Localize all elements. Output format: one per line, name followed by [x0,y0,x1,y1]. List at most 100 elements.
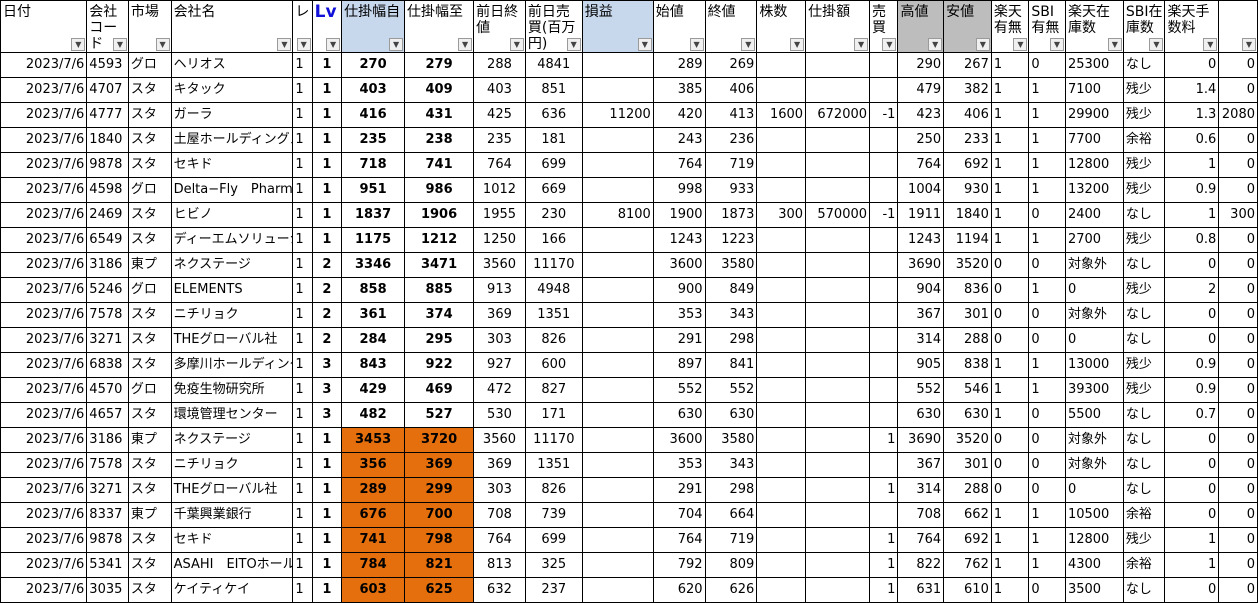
cell-profit[interactable] [581,502,654,528]
cell-sbi-avail[interactable]: 0 [1028,302,1066,328]
cell-shares[interactable] [756,252,807,278]
cell-shares[interactable] [756,302,807,328]
cell-name[interactable]: 土屋ホールディングス [170,127,294,153]
cell-rakuten-avail[interactable]: 0 [990,452,1030,478]
filter-dropdown-icon[interactable]: ▼ [689,38,704,51]
cell-profit[interactable] [581,377,654,403]
cell-sikake-to[interactable]: 1906 [404,202,475,228]
cell-profit[interactable] [581,302,654,328]
cell-low[interactable]: 692 [943,527,992,553]
cell-sell[interactable] [869,352,899,378]
cell-low[interactable]: 233 [943,127,992,153]
cell-date[interactable]: 2023/7/6 [0,227,88,253]
column-header-lv[interactable]: Lv ▼ [311,0,343,53]
cell-amount[interactable] [805,302,871,328]
cell-market[interactable]: スタ [127,552,172,578]
cell-amount[interactable] [805,552,871,578]
cell-profit[interactable] [581,452,654,478]
cell-high[interactable]: 904 [897,277,945,303]
cell-sikake-to[interactable]: 527 [404,402,475,428]
cell-name[interactable]: 多摩川ホールディングス [170,352,294,378]
cell-lv[interactable]: 2 [311,327,343,353]
cell-name[interactable]: THEグローバル社 [170,327,294,353]
cell-shares[interactable] [756,527,807,553]
cell-extra[interactable]: 0 [1218,402,1258,428]
cell-rakuten-avail[interactable]: 1 [990,177,1030,203]
cell-open[interactable]: 243 [652,127,706,153]
cell-date[interactable]: 2023/7/6 [0,202,88,228]
cell-name[interactable]: ケイティケイ [170,577,294,603]
cell-rakuten-stock[interactable]: 4300 [1064,552,1124,578]
cell-code[interactable]: 3271 [86,477,129,503]
cell-rakuten-avail[interactable]: 0 [990,277,1030,303]
cell-profit[interactable] [581,77,654,103]
cell-prev-sales[interactable]: 826 [524,477,583,503]
cell-rakuten-avail[interactable]: 1 [990,227,1030,253]
cell-close[interactable]: 719 [704,527,758,553]
cell-profit[interactable] [581,527,654,553]
cell-sikake-to[interactable]: 885 [404,277,475,303]
cell-sikake-to[interactable]: 3720 [404,427,475,453]
cell-sbi-avail[interactable]: 1 [1028,127,1066,153]
cell-sbi-stock[interactable]: なし [1122,327,1166,353]
cell-prev-close[interactable]: 708 [473,502,526,528]
column-header-code[interactable]: 会社コード ▼ [86,0,129,53]
cell-high[interactable]: 1243 [897,227,945,253]
cell-prev-sales[interactable]: 739 [524,502,583,528]
cell-high[interactable]: 905 [897,352,945,378]
cell-lv[interactable]: 1 [311,152,343,178]
cell-amount[interactable] [805,327,871,353]
cell-sikake-to[interactable]: 295 [404,327,475,353]
cell-rei[interactable]: 1 [292,527,313,553]
cell-rei[interactable]: 1 [292,427,313,453]
cell-date[interactable]: 2023/7/6 [0,102,88,128]
cell-rakuten-fee[interactable]: 1.4 [1164,77,1220,103]
cell-sell[interactable]: 1 [869,427,899,453]
filter-dropdown-icon[interactable]: ▼ [637,38,652,51]
cell-sikake-to[interactable]: 431 [404,102,475,128]
cell-low[interactable]: 838 [943,352,992,378]
cell-code[interactable]: 6549 [86,227,129,253]
cell-sbi-stock[interactable]: なし [1122,427,1166,453]
cell-date[interactable]: 2023/7/6 [0,152,88,178]
cell-low[interactable]: 762 [943,552,992,578]
cell-lv[interactable]: 1 [311,52,343,78]
cell-sell[interactable] [869,127,899,153]
cell-open[interactable]: 385 [652,77,706,103]
cell-sell[interactable] [869,402,899,428]
cell-sell[interactable] [869,377,899,403]
cell-extra[interactable]: 300 [1218,202,1258,228]
cell-amount[interactable] [805,452,871,478]
cell-sbi-avail[interactable]: 1 [1028,277,1066,303]
cell-sbi-avail[interactable]: 0 [1028,327,1066,353]
cell-shares[interactable]: 300 [756,202,807,228]
cell-rakuten-avail[interactable]: 1 [990,52,1030,78]
cell-lv[interactable]: 1 [311,477,343,503]
cell-high[interactable]: 250 [897,127,945,153]
cell-rakuten-stock[interactable]: 2400 [1064,202,1124,228]
cell-rakuten-fee[interactable]: 0 [1164,252,1220,278]
cell-code[interactable]: 4593 [86,52,129,78]
cell-lv[interactable]: 1 [311,427,343,453]
cell-prev-sales[interactable]: 699 [524,527,583,553]
cell-sell[interactable] [869,227,899,253]
cell-high[interactable]: 314 [897,327,945,353]
cell-name[interactable]: キタック [170,77,294,103]
cell-open[interactable]: 998 [652,177,706,203]
cell-sbi-avail[interactable]: 1 [1028,102,1066,128]
cell-shares[interactable]: 1600 [756,102,807,128]
cell-prev-close[interactable]: 235 [473,127,526,153]
cell-sikake-to[interactable]: 469 [404,377,475,403]
cell-extra[interactable]: 0 [1218,252,1258,278]
filter-dropdown-icon[interactable]: ▼ [296,38,311,51]
column-header-rei[interactable]: レ ▼ [292,0,313,53]
cell-market[interactable]: グロ [127,277,172,303]
filter-dropdown-icon[interactable]: ▼ [928,38,943,51]
column-header-open[interactable]: 始値 ▼ [652,0,706,53]
cell-sbi-stock[interactable]: 残少 [1122,527,1166,553]
cell-prev-sales[interactable]: 4841 [524,52,583,78]
cell-lv[interactable]: 1 [311,127,343,153]
cell-market[interactable]: 東プ [127,427,172,453]
cell-date[interactable]: 2023/7/6 [0,302,88,328]
cell-extra[interactable]: 0 [1218,352,1258,378]
